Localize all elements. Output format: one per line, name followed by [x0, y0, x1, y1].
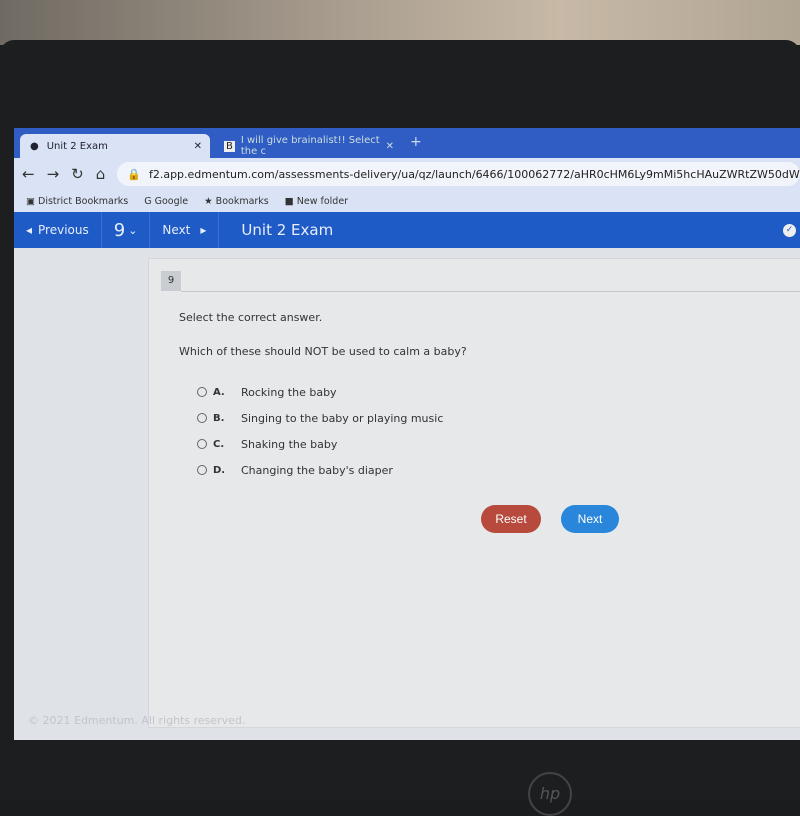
close-icon[interactable]: ✕: [386, 141, 394, 152]
bookmark-label: District Bookmarks: [38, 195, 129, 207]
option-letter: A.: [213, 386, 225, 398]
tab-label: I will give brainalist!! Select the c: [240, 135, 380, 157]
exam-title: Unit 2 Exam: [241, 221, 334, 239]
next-label: Next: [162, 223, 191, 237]
bookmark-google[interactable]: G Google: [144, 196, 188, 207]
question-selector[interactable]: 9 ⌄: [102, 212, 151, 248]
chevron-left-icon: ◂: [26, 223, 33, 237]
chevron-down-icon: ⌄: [128, 223, 138, 237]
tab-strip: ● Unit 2 Exam ✕ B I will give brainalist!! …: [14, 128, 800, 158]
copyright-footer: © 2021 Edmentum. All rights reserved.: [28, 714, 246, 727]
radio-button[interactable]: [197, 387, 207, 397]
bookmark-bookmarks[interactable]: ★ Bookmarks: [204, 196, 269, 207]
option-letter: D.: [213, 464, 226, 476]
forward-icon[interactable]: →: [47, 165, 60, 183]
screen: ● Unit 2 Exam ✕ B I will give brainalist!! …: [14, 128, 800, 740]
option-b[interactable]: B. Singing to the baby or playing music: [197, 405, 443, 431]
edmentum-icon: ●: [30, 140, 39, 152]
radio-button[interactable]: [197, 465, 207, 475]
question-selector-value: 9: [113, 219, 126, 241]
chevron-right-icon: ▸: [200, 223, 207, 237]
next-nav-button[interactable]: Next ▸: [150, 212, 220, 248]
option-text: Singing to the baby or playing music: [241, 411, 444, 425]
hp-logo: hp: [528, 772, 572, 816]
bookmark-label: Google: [154, 195, 189, 207]
reload-icon[interactable]: ↻: [71, 165, 84, 183]
bookmark-label: Bookmarks: [215, 195, 269, 207]
instruction: Select the correct answer.: [179, 311, 323, 324]
option-d[interactable]: D. Changing the baby's diaper: [197, 457, 443, 483]
option-text: Changing the baby's diaper: [241, 463, 393, 477]
url-input[interactable]: 🔒 f2.app.edmentum.com/assessments-deliver…: [117, 162, 800, 186]
question-number: 9: [161, 271, 181, 291]
option-a[interactable]: A. Rocking the baby: [197, 379, 443, 405]
close-icon[interactable]: ✕: [194, 141, 202, 152]
previous-label: Previous: [38, 223, 89, 237]
previous-button[interactable]: ◂ Previous: [14, 212, 102, 248]
tab-brainly[interactable]: B I will give brainalist!! Select the c ✕: [214, 134, 404, 158]
bookmarks-bar: ▣ District Bookmarks G Google ★ Bookmark…: [14, 190, 800, 212]
home-icon[interactable]: ⌂: [96, 165, 106, 183]
lock-icon: 🔒: [127, 167, 141, 181]
question-card: 9 Select the correct answer. Which of th…: [148, 258, 800, 728]
bookmark-district[interactable]: ▣ District Bookmarks: [26, 196, 128, 207]
address-bar-row: ← → ↻ ⌂ 🔒 f2.app.edmentum.com/assessments…: [14, 158, 800, 190]
option-text: Shaking the baby: [241, 437, 338, 451]
exam-nav-bar: ◂ Previous 9 ⌄ Next ▸ Unit 2 Exam ✓: [14, 212, 800, 248]
brainly-icon: B: [224, 140, 235, 152]
answer-options: A. Rocking the baby B. Singing to the baby…: [197, 379, 443, 483]
background-wall: [0, 0, 800, 45]
check-icon[interactable]: ✓: [783, 223, 796, 237]
question-text: Which of these should NOT be used to cal…: [179, 345, 467, 358]
bookmark-label: New folder: [296, 195, 349, 207]
divider: [181, 291, 800, 292]
back-icon[interactable]: ←: [22, 165, 35, 183]
next-button[interactable]: Next: [561, 505, 619, 533]
bookmark-new-folder[interactable]: ■ New folder: [285, 196, 348, 207]
tab-unit-2-exam[interactable]: ● Unit 2 Exam ✕: [20, 134, 210, 158]
tab-label: Unit 2 Exam: [46, 140, 108, 152]
option-letter: B.: [213, 412, 225, 424]
option-c[interactable]: C. Shaking the baby: [197, 431, 443, 457]
option-letter: C.: [213, 438, 225, 450]
option-text: Rocking the baby: [241, 385, 337, 399]
url-text: f2.app.edmentum.com/assessments-delivery…: [148, 167, 800, 181]
reset-button[interactable]: Reset: [481, 505, 541, 533]
radio-button[interactable]: [197, 439, 207, 449]
new-tab-icon[interactable]: +: [410, 134, 422, 150]
radio-button[interactable]: [197, 413, 207, 423]
